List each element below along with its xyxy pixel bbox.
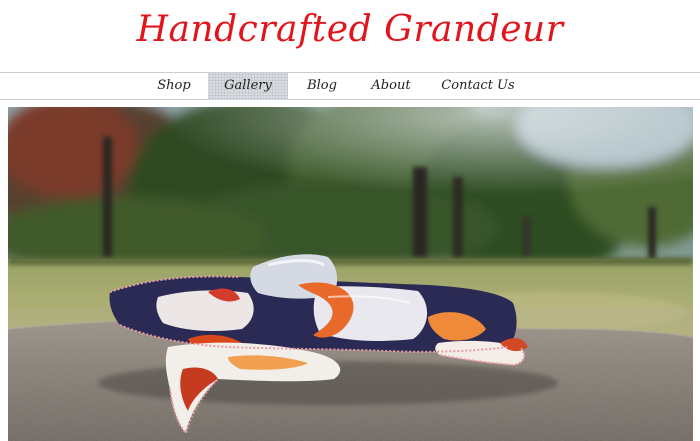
nav-item-blog[interactable]: Blog	[300, 73, 344, 100]
main-nav: Shop Gallery Blog About Contact Us	[0, 72, 700, 100]
nav-item-shop[interactable]: Shop	[150, 73, 198, 100]
site-title[interactable]: Handcrafted Grandeur	[0, 4, 700, 56]
silk-scarf-on-rock-photo	[8, 107, 693, 441]
nav-item-contact-us[interactable]: Contact Us	[438, 73, 518, 100]
nav-item-about[interactable]: About	[364, 73, 418, 100]
hero-image	[8, 107, 693, 441]
site-header: Handcrafted Grandeur	[0, 0, 700, 72]
page: Handcrafted Grandeur Shop Gallery Blog A…	[0, 0, 700, 441]
nav-item-gallery[interactable]: Gallery	[208, 73, 288, 100]
